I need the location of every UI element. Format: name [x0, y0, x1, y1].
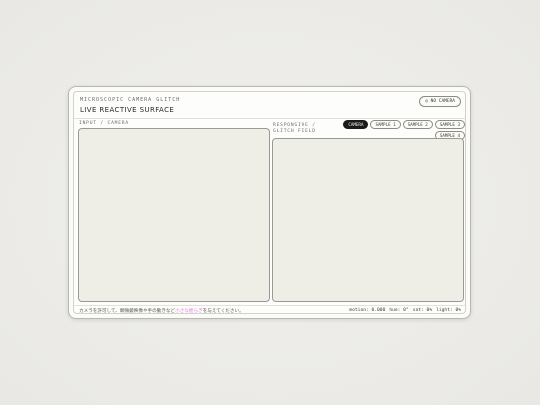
footer-instruction: カメラを許可して、顕微鏡映像や手の動きなど小さな揺らぎを与えてください。 [79, 308, 244, 314]
footer-note-text: カメラを許可して、顕微鏡映像や手の動きなど [79, 309, 176, 314]
app-title: LIVE REACTIVE SURFACE [80, 106, 175, 114]
app-subtitle: MICROSCOPIC CAMERA GLITCH [80, 97, 181, 103]
source-chip-sample-2[interactable]: SAMPLE 2 [402, 120, 433, 129]
source-selector: CAMERA SAMPLE 1 SAMPLE 2 SAMPLE 3 SAMPLE… [340, 120, 465, 140]
source-chip-camera[interactable]: CAMERA [343, 120, 369, 129]
status-light: light: 0% [436, 308, 461, 313]
footer-divider [74, 305, 465, 306]
page-background: MICROSCOPIC CAMERA GLITCH LIVE REACTIVE … [0, 0, 540, 405]
status-motion: motion: 0.000 [349, 308, 386, 313]
status-sat: sat: 0% [412, 308, 433, 313]
input-camera-label: INPUT / CAMERA [79, 121, 129, 126]
camera-input-view [78, 128, 270, 302]
source-chip-sample-3[interactable]: SAMPLE 3 [434, 120, 465, 129]
glitch-field-label: RESPONSIVE / GLITCH FIELD [273, 123, 316, 134]
status-readout: motion: 0.000 hue: 0° sat: 0% light: 0% [349, 308, 461, 313]
source-chip-sample-1[interactable]: SAMPLE 1 [370, 120, 401, 129]
header-divider [74, 118, 465, 119]
footer-note-text-end: を与えてください。 [202, 309, 244, 314]
status-hue: hue: 0° [389, 308, 409, 313]
app-panel: MICROSCOPIC CAMERA GLITCH LIVE REACTIVE … [73, 91, 466, 314]
footer-note-highlight: 小さな揺らぎ [175, 309, 203, 314]
no-camera-button[interactable]: ◎ NO CAMERA [419, 96, 461, 107]
glitch-field-canvas[interactable] [272, 138, 464, 302]
app-window: MICROSCOPIC CAMERA GLITCH LIVE REACTIVE … [68, 86, 471, 319]
